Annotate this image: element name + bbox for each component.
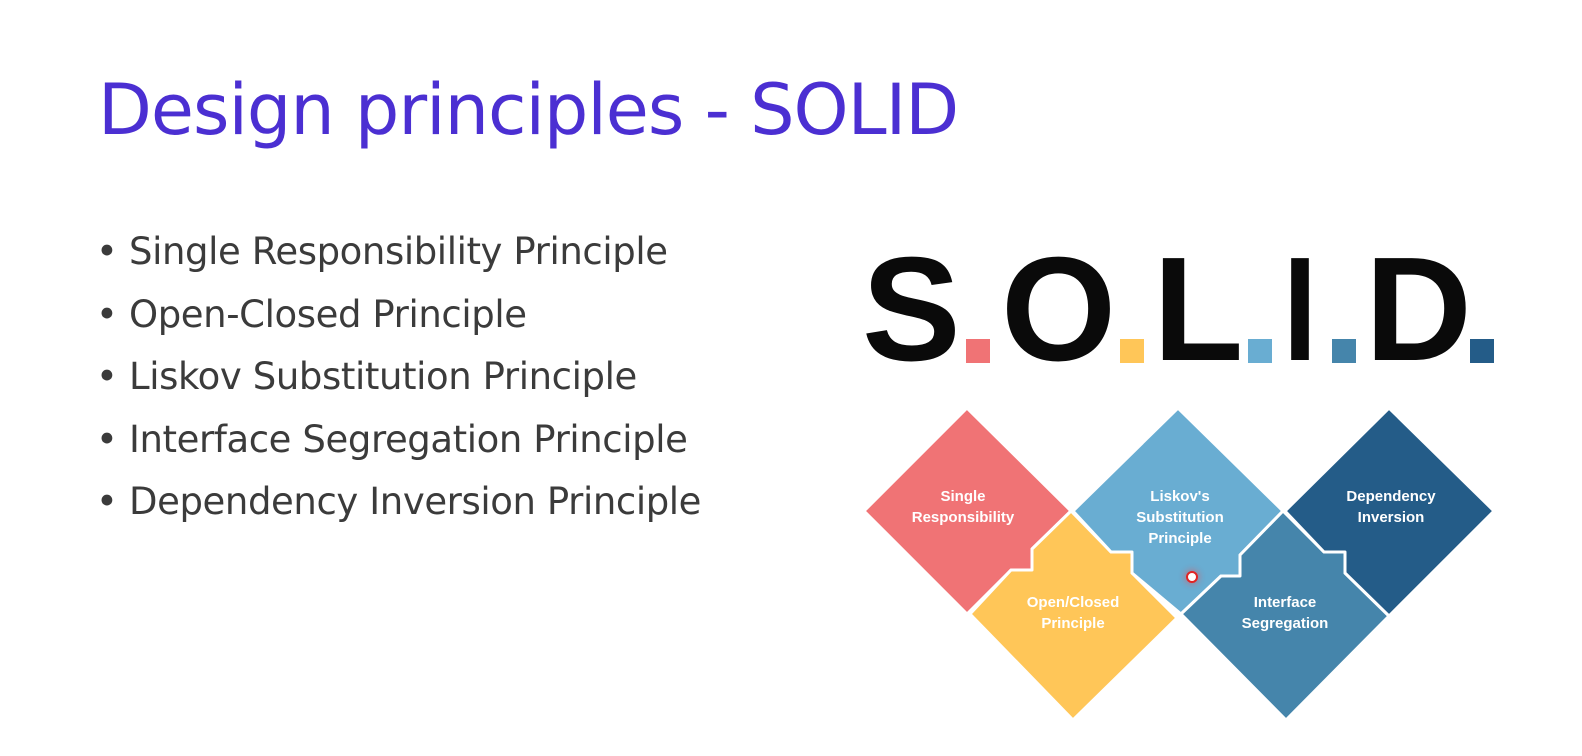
tile-label-line: Substitution	[1136, 509, 1223, 526]
logo-dot	[1470, 339, 1494, 363]
bullet-dot: •	[96, 292, 118, 336]
tile-label-line: Principle	[1148, 530, 1211, 547]
logo-letter-o: O	[1001, 240, 1116, 392]
bullet-item: • Interface Segregation Principle	[96, 409, 701, 472]
bullet-item: • Single Responsibility Principle	[96, 221, 701, 284]
solid-logo: S O L I D	[862, 240, 1494, 392]
tile-label-line: Interface	[1254, 594, 1317, 611]
solid-illustration: S O L I D Single Responsibility Open/Clo…	[862, 240, 1496, 722]
tile-label-line: Liskov's	[1150, 488, 1209, 505]
bullet-list: • Single Responsibility Principle • Open-C…	[96, 221, 701, 534]
tile-label-line: Responsibility	[912, 509, 1015, 526]
tile-label-line: Segregation	[1242, 615, 1329, 632]
bullet-text: Single Responsibility Principle	[129, 230, 668, 273]
bullet-dot: •	[96, 230, 118, 273]
logo-letter-i: I	[1283, 240, 1317, 392]
logo-letter-d: D	[1365, 240, 1472, 392]
solid-diamond-diagram	[862, 406, 1496, 722]
bullet-dot: •	[96, 417, 118, 461]
logo-dot	[1248, 339, 1272, 363]
bullet-text: Open-Closed Principle	[129, 292, 527, 336]
bullet-text: Dependency Inversion Principle	[129, 480, 702, 523]
tile-label-line: Principle	[1041, 615, 1104, 632]
bullet-item: • Liskov Substitution Principle	[96, 346, 701, 409]
logo-dot	[1332, 339, 1356, 363]
tile-label-line: Open/Closed	[1027, 594, 1120, 611]
laser-pointer-dot	[1186, 571, 1198, 583]
tile-label-line: Single	[940, 488, 985, 505]
bullet-dot: •	[96, 355, 118, 398]
logo-letter-s: S	[862, 240, 961, 392]
bullet-text: Liskov Substitution Principle	[129, 355, 637, 398]
logo-dot	[966, 339, 990, 363]
bullet-item: • Open-Closed Principle	[96, 284, 701, 347]
tile-label-line: Dependency	[1346, 488, 1436, 505]
bullet-text: Interface Segregation Principle	[129, 417, 688, 461]
slide-title: Design principles - SOLID	[98, 69, 959, 151]
slide: Design principles - SOLID • Single Respon…	[0, 0, 1582, 756]
logo-dot	[1120, 339, 1144, 363]
bullet-item: • Dependency Inversion Principle	[96, 471, 701, 534]
tile-label-line: Inversion	[1358, 509, 1425, 526]
bullet-dot: •	[96, 480, 118, 523]
logo-letter-l: L	[1153, 240, 1243, 392]
